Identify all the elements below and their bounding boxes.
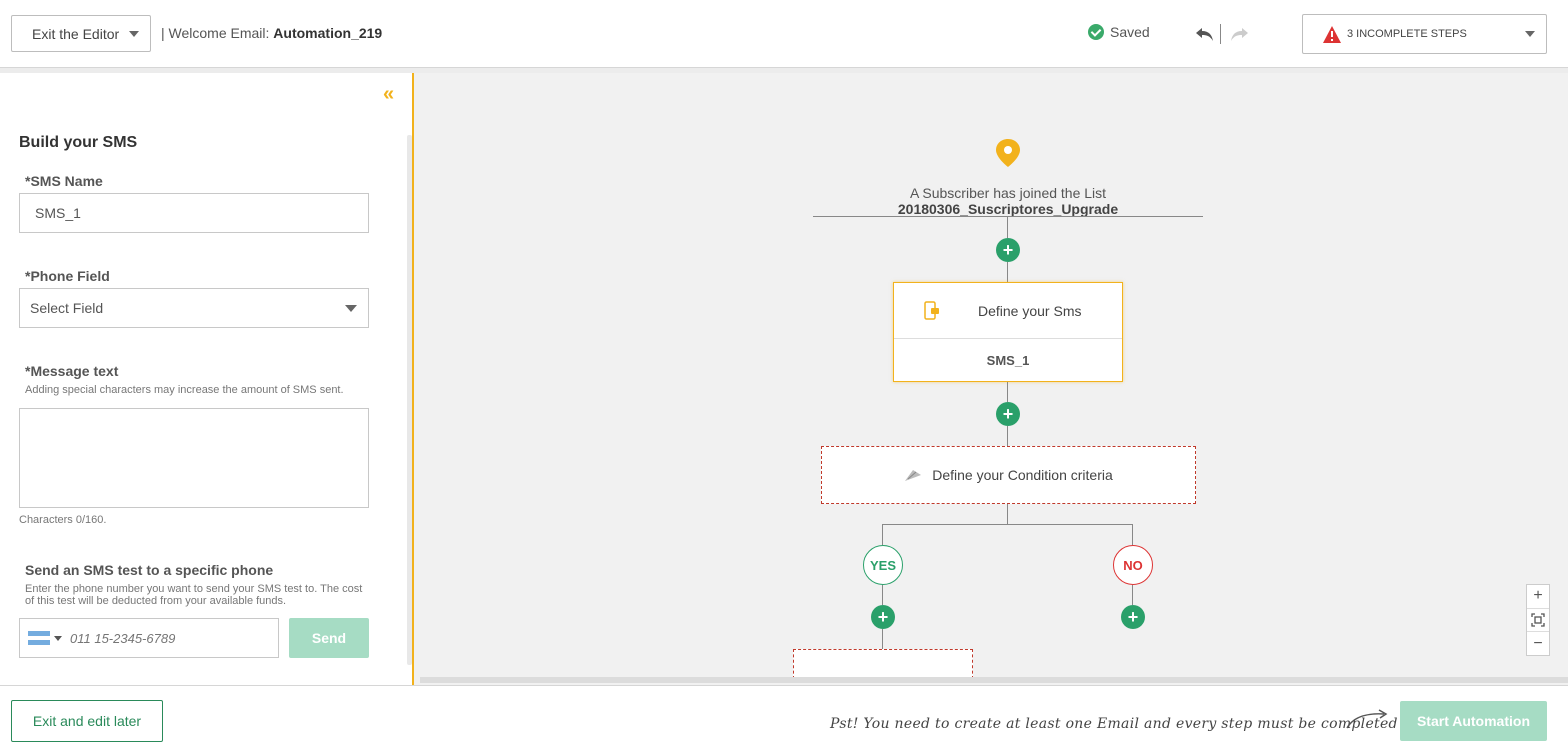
collapse-panel-icon[interactable]: «: [383, 83, 394, 106]
trigger-list-name: 20180306_Suscriptores_Upgrade: [897, 201, 1119, 217]
start-automation-button[interactable]: Start Automation: [1400, 701, 1547, 741]
yes-branch: YES: [863, 545, 903, 585]
condition-icon: [905, 470, 922, 481]
redo-icon[interactable]: [1228, 24, 1250, 44]
saved-label: Saved: [1110, 24, 1150, 40]
connector-line: [882, 629, 883, 649]
chevron-down-icon[interactable]: [54, 635, 62, 641]
top-bar: Exit the Editor | Welcome Email: Automat…: [0, 0, 1568, 68]
sms-card-title: Define your Sms: [978, 302, 1082, 319]
connector-line: [1007, 504, 1008, 524]
test-phone-field[interactable]: [19, 618, 279, 658]
trigger-underline: [813, 216, 1203, 217]
connector-line: [1132, 585, 1133, 605]
canvas-scrollbar[interactable]: [420, 677, 1568, 683]
sms-builder-panel: « Build your SMS *SMS Name SMS_1 *Phone …: [0, 73, 414, 685]
add-no-step-button[interactable]: +: [1121, 605, 1145, 629]
incomplete-steps-label: 3 INCOMPLETE STEPS: [1347, 28, 1467, 40]
chevron-down-icon: [129, 31, 139, 37]
connector-line: [882, 585, 883, 605]
phone-field-select[interactable]: Select Field: [19, 288, 369, 328]
connector-line: [1132, 524, 1133, 545]
condition-label: Define your Condition criteria: [932, 467, 1113, 483]
sms-name-input[interactable]: SMS_1: [19, 193, 369, 233]
incomplete-step-card[interactable]: [793, 649, 973, 679]
add-yes-step-button[interactable]: +: [871, 605, 895, 629]
saved-status: Saved: [1088, 24, 1150, 40]
condition-step-card[interactable]: Define your Condition criteria: [821, 446, 1196, 504]
sms-name-label: *SMS Name: [25, 173, 103, 189]
curved-arrow-icon: [1346, 709, 1388, 729]
zoom-in-button[interactable]: +: [1527, 585, 1549, 609]
chevron-down-icon: [345, 305, 357, 312]
connector-line: [1007, 217, 1008, 238]
trigger-description: A Subscriber has joined the List 2018030…: [813, 185, 1203, 217]
automation-title: | Welcome Email: Automation_219: [161, 25, 382, 41]
sms-step-card[interactable]: Define your Sms SMS_1: [893, 282, 1123, 382]
mobile-sms-icon: [924, 300, 939, 320]
panel-heading: Build your SMS: [19, 134, 138, 151]
branch-line: [882, 524, 1132, 525]
title-prefix: | Welcome Email:: [161, 25, 270, 41]
no-branch: NO: [1113, 545, 1153, 585]
sms-card-name: SMS_1: [986, 353, 1030, 368]
connector-line: [1007, 262, 1008, 282]
zoom-controls: + −: [1526, 584, 1550, 656]
sms-card-header: Define your Sms: [894, 283, 1122, 339]
test-phone-input[interactable]: [70, 630, 250, 646]
completion-hint: Pst! You need to create at least one Ema…: [830, 716, 1398, 732]
panel-scrollbar[interactable]: [407, 135, 412, 665]
sms-test-hint: Enter the phone number you want to send …: [25, 583, 363, 607]
sms-name-value: SMS_1: [35, 205, 81, 221]
add-step-button[interactable]: +: [996, 238, 1020, 262]
exit-editor-dropdown[interactable]: Exit the Editor: [11, 15, 151, 52]
map-pin-icon: [996, 139, 1020, 167]
argentina-flag-icon[interactable]: [28, 631, 50, 645]
chevron-down-icon: [1525, 31, 1535, 37]
check-circle-icon: [1088, 24, 1104, 40]
workflow-canvas[interactable]: A Subscriber has joined the List 2018030…: [414, 73, 1568, 685]
fit-screen-icon: [1531, 613, 1545, 627]
sms-test-heading: Send an SMS test to a specific phone: [25, 562, 274, 578]
automation-name: Automation_219: [273, 25, 383, 41]
character-count: Characters 0/160.: [19, 514, 107, 526]
warning-icon: [1323, 26, 1341, 43]
exit-editor-label: Exit the Editor: [32, 25, 120, 42]
phone-field-value: Select Field: [30, 300, 104, 316]
exit-edit-later-button[interactable]: Exit and edit later: [11, 700, 163, 742]
incomplete-steps-dropdown[interactable]: 3 INCOMPLETE STEPS: [1302, 14, 1547, 54]
connector-line: [1007, 426, 1008, 446]
zoom-out-button[interactable]: −: [1527, 632, 1549, 655]
connector-line: [1007, 382, 1008, 402]
trigger-prefix: A Subscriber has joined the List: [909, 185, 1107, 201]
fit-screen-button[interactable]: [1527, 609, 1549, 633]
phone-field-label: *Phone Field: [25, 268, 110, 284]
connector-line: [882, 524, 883, 545]
message-hint: Adding special characters may increase t…: [25, 384, 344, 396]
divider: [1220, 24, 1221, 44]
bottom-bar: Exit and edit later Pst! You need to cre…: [0, 685, 1568, 752]
send-test-button[interactable]: Send: [289, 618, 369, 658]
add-step-button[interactable]: +: [996, 402, 1020, 426]
undo-icon[interactable]: [1194, 24, 1216, 44]
message-textarea[interactable]: [19, 408, 369, 508]
message-text-label: *Message text: [25, 363, 119, 379]
